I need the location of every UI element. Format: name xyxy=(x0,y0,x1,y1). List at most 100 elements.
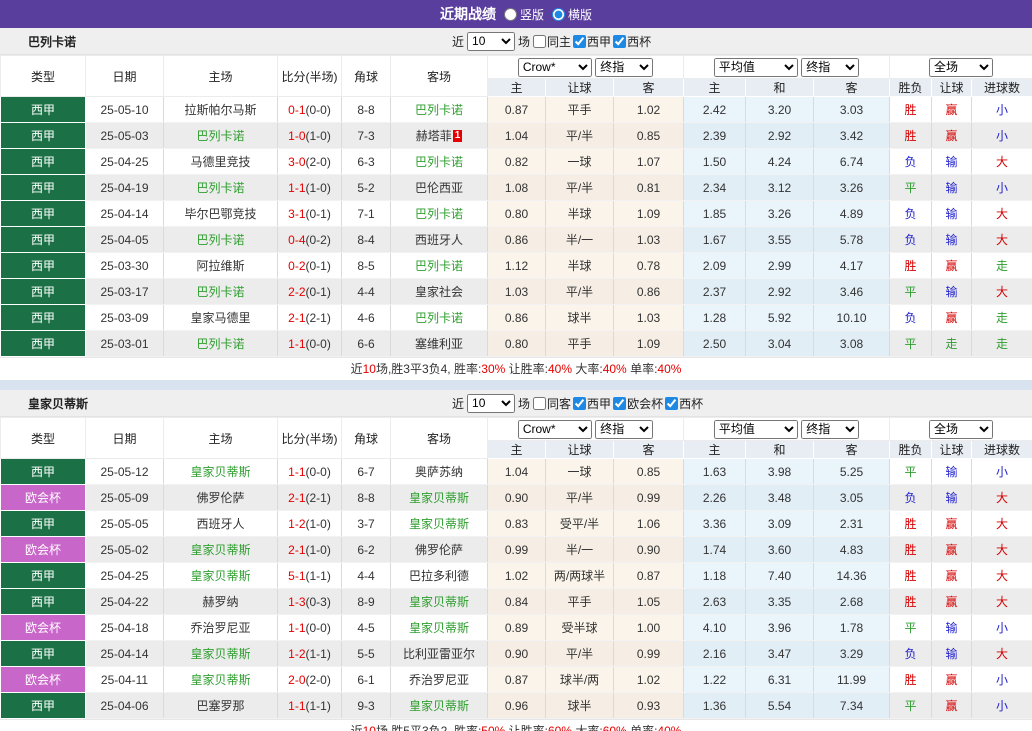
col-header-odds-home: 主 xyxy=(487,78,546,97)
odds-final-select[interactable]: 终指 xyxy=(595,57,654,77)
full-score: 2-1 xyxy=(288,490,306,505)
home-team-cell: 拉斯帕尔马斯 xyxy=(163,96,278,123)
result-handicap-cell: 输 xyxy=(931,484,973,511)
avg-final-select[interactable]: 终指 xyxy=(801,57,860,77)
summary-part: 近 xyxy=(350,362,363,376)
avg-draw-cell: 2.99 xyxy=(745,252,815,279)
team-name: 巴列卡诺 xyxy=(28,34,77,49)
match-row: 西甲 25-04-25 马德里竞技 3-0(2-0) 6-3 巴列卡诺 0.82 一球 1.07… xyxy=(0,148,1032,175)
result-goals-cell: 走 xyxy=(971,304,1032,331)
corner-cell: 6-2 xyxy=(341,536,391,563)
result-winloss-cell: 负 xyxy=(889,304,933,331)
date-cell: 25-04-05 xyxy=(85,226,164,253)
score-cell: 1-1(1-1) xyxy=(277,692,342,719)
result-handicap-cell: 赢 xyxy=(931,692,973,719)
corner-cell: 4-6 xyxy=(341,304,391,331)
avg-home-cell: 1.74 xyxy=(683,536,747,563)
away-team-name: 皇家贝蒂斯 xyxy=(408,699,469,713)
col-header-odds-home: 主 xyxy=(487,440,546,459)
horizontal-layout-label: 横版 xyxy=(568,7,593,22)
col-header-avg-away: 客 xyxy=(813,440,891,459)
odds-handicap-cell: 受半球 xyxy=(545,614,614,641)
vertical-layout-radio[interactable] xyxy=(503,7,517,21)
col-header-winloss: 胜负 xyxy=(889,78,933,97)
filter-checkbox-label: 西杯 xyxy=(679,396,704,411)
avg-home-cell: 2.16 xyxy=(683,640,747,667)
full-score: 2-2 xyxy=(288,284,306,299)
away-team-cell: 奥萨苏纳 xyxy=(390,458,488,485)
date-cell: 25-05-09 xyxy=(85,484,164,511)
avg-type-select[interactable]: 平均值 xyxy=(713,57,798,77)
away-team-name: 巴伦西亚 xyxy=(414,181,463,195)
date-cell: 25-04-14 xyxy=(85,640,164,667)
result-winloss-cell: 胜 xyxy=(889,588,933,615)
odds-away-cell: 0.93 xyxy=(613,692,685,719)
odds-final-select[interactable]: 终指 xyxy=(595,419,654,439)
corner-cell: 8-4 xyxy=(341,226,391,253)
date-cell: 25-03-01 xyxy=(85,330,164,357)
avg-draw-cell: 3.35 xyxy=(745,588,815,615)
avg-type-select[interactable]: 平均值 xyxy=(713,419,798,439)
avg-home-cell: 2.37 xyxy=(683,278,747,305)
avg-final-select[interactable]: 终指 xyxy=(801,419,860,439)
match-count-select[interactable]: 10 xyxy=(467,393,516,413)
filter-checkbox-0[interactable] xyxy=(533,34,547,48)
result-handicap-cell: 输 xyxy=(931,458,973,485)
home-team-cell: 皇家马德里 xyxy=(163,304,278,331)
filter-checkbox-1[interactable] xyxy=(573,34,587,48)
filter-checkbox-0[interactable] xyxy=(533,396,547,410)
layout-option-horizontal: 横版 xyxy=(552,6,592,23)
league-cell: 西甲 xyxy=(0,304,86,331)
odds-company-select[interactable]: Crow* xyxy=(517,419,592,439)
horizontal-layout-radio[interactable] xyxy=(552,7,565,21)
half-score: (0-0) xyxy=(305,336,331,351)
summary-part: 40% xyxy=(602,362,627,376)
odds-home-cell: 1.12 xyxy=(487,252,546,279)
summary-part: 30% xyxy=(481,362,506,376)
result-handicap-cell: 赢 xyxy=(931,510,973,537)
away-team-name: 皇家贝蒂斯 xyxy=(408,491,469,505)
filter-checkbox-1[interactable] xyxy=(573,396,587,410)
result-winloss-cell: 平 xyxy=(889,458,933,485)
filter-checkbox-2[interactable] xyxy=(613,34,627,48)
avg-away-cell: 3.26 xyxy=(813,174,891,201)
home-team-name: 拉斯帕尔马斯 xyxy=(184,103,257,117)
league-cell: 欧会杯 xyxy=(0,614,86,641)
half-score: (1-0) xyxy=(305,180,331,195)
match-count-select[interactable]: 10 xyxy=(467,31,516,51)
odds-company-select[interactable]: Crow* xyxy=(517,57,592,77)
half-score: (2-1) xyxy=(305,490,331,505)
corner-cell: 6-6 xyxy=(341,330,391,357)
avg-draw-cell: 3.98 xyxy=(745,458,815,485)
corner-cell: 8-5 xyxy=(341,252,391,279)
filter-checkbox-2[interactable] xyxy=(613,396,627,410)
avg-away-cell: 5.78 xyxy=(813,226,891,253)
half-score: (0-0) xyxy=(305,620,331,635)
match-row: 西甲 25-04-14 毕尔巴鄂竞技 3-1(0-1) 7-1 巴列卡诺 0.80 半球 1.0… xyxy=(0,200,1032,227)
odds-select-group: Crow* 终指 xyxy=(486,417,685,441)
filter-option: 欧会杯 xyxy=(613,395,663,412)
result-handicap-cell: 赢 xyxy=(931,96,973,123)
score-cell: 1-3(0-3) xyxy=(277,588,342,615)
away-team-name: 塞维利亚 xyxy=(414,337,463,351)
odds-away-cell: 0.87 xyxy=(613,562,685,589)
home-team-cell: 西班牙人 xyxy=(163,510,278,537)
summary-part: 大率: xyxy=(572,362,603,376)
league-cell: 西甲 xyxy=(0,692,86,719)
result-winloss-cell: 平 xyxy=(889,692,933,719)
col-header-goals: 进球数 xyxy=(971,440,1032,459)
odds-home-cell: 1.03 xyxy=(487,278,546,305)
league-cell: 欧会杯 xyxy=(0,484,86,511)
full-score: 2-1 xyxy=(288,310,306,325)
match-row: 西甲 25-04-06 巴塞罗那 1-1(1-1) 9-3 皇家贝蒂斯 0.96 球半 0.93… xyxy=(0,692,1032,719)
avg-draw-cell: 5.92 xyxy=(745,304,815,331)
away-team-name: 比利亚雷亚尔 xyxy=(402,647,475,661)
filter-checkbox-3[interactable] xyxy=(665,396,679,410)
scope-select[interactable]: 全场 xyxy=(929,419,994,439)
result-goals-cell: 小 xyxy=(971,666,1032,693)
red-card-badge: 1 xyxy=(452,130,463,142)
match-row: 西甲 25-05-12 皇家贝蒂斯 1-1(0-0) 6-7 奥萨苏纳 1.04 一球 0.85… xyxy=(0,458,1032,485)
odds-away-cell: 1.03 xyxy=(613,304,685,331)
games-label: 场 xyxy=(518,396,531,411)
scope-select[interactable]: 全场 xyxy=(929,57,994,77)
